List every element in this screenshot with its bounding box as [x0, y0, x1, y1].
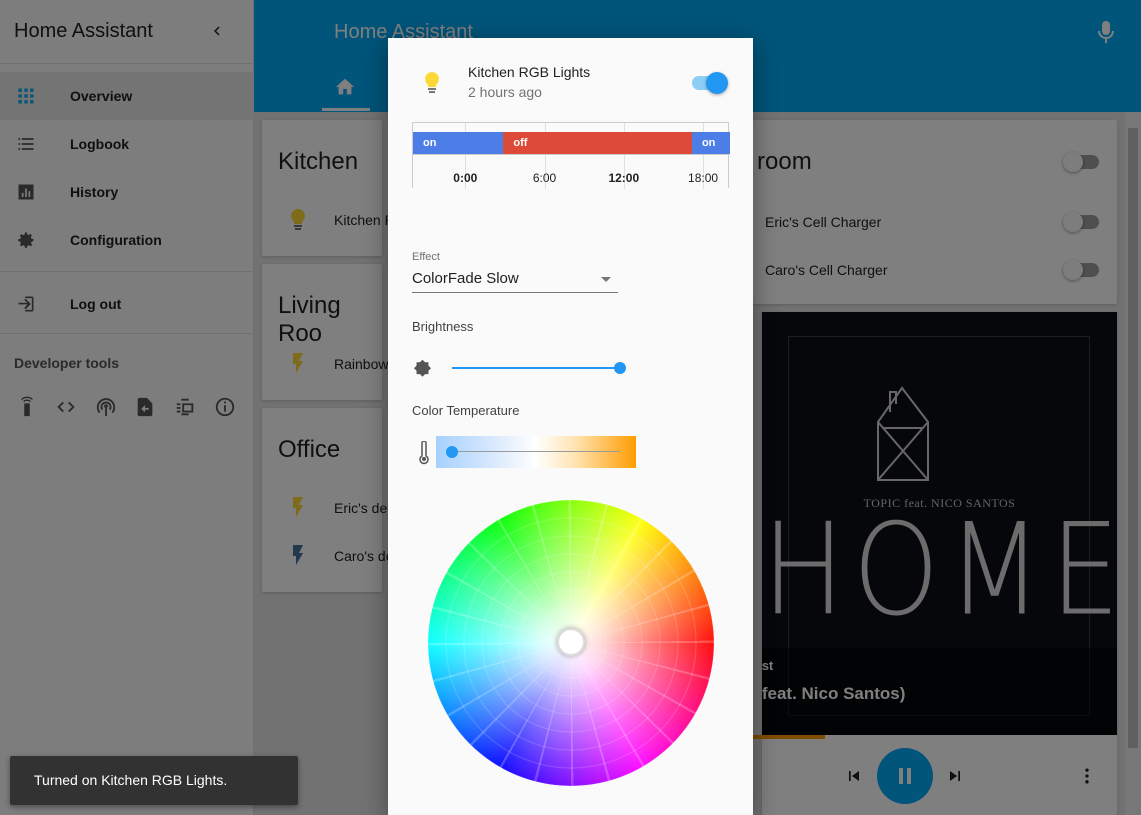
history-timeline: on off on 0:00 6:00 12:00 18:00 — [412, 122, 730, 189]
entity-toggle[interactable] — [692, 71, 728, 94]
color-temp-slider[interactable] — [436, 436, 636, 468]
entity-name: Kitchen RGB Lights — [468, 64, 591, 80]
timeline-axis — [413, 154, 730, 155]
timeline-tick-label: 12:00 — [608, 171, 640, 185]
toast-notification: Turned on Kitchen RGB Lights. — [10, 756, 298, 805]
thermometer-icon — [419, 441, 429, 465]
color-wheel-marker[interactable] — [557, 628, 585, 656]
last-changed: 2 hours ago — [468, 84, 542, 100]
toast-message: Turned on Kitchen RGB Lights. — [34, 772, 228, 788]
more-info-dialog: Kitchen RGB Lights 2 hours ago on off on 0:… — [388, 38, 753, 815]
timeline-segment-off[interactable]: off — [503, 132, 692, 154]
timeline-tick-label: 0:00 — [453, 171, 478, 185]
color-temp-knob[interactable] — [446, 446, 458, 458]
effect-value: ColorFade Slow — [412, 270, 519, 287]
timeline-tick-label: 18:00 — [688, 171, 719, 185]
brightness-label: Brightness — [412, 319, 474, 334]
color-temp-line — [452, 451, 620, 452]
brightness-slider-track[interactable] — [452, 367, 620, 369]
color-temp-label: Color Temperature — [412, 403, 520, 418]
effect-label: Effect — [412, 251, 440, 263]
timeline-tick-label: 6:00 — [532, 171, 557, 185]
effect-dropdown[interactable]: ColorFade Slow — [412, 267, 618, 293]
timeline-segment-on[interactable]: on — [413, 132, 504, 154]
brightness-icon — [414, 359, 431, 377]
dropdown-arrow-icon — [601, 277, 611, 282]
brightness-slider-knob[interactable] — [614, 362, 626, 374]
lightbulb-icon — [425, 72, 439, 93]
timeline-segment-on[interactable]: on — [691, 132, 730, 154]
